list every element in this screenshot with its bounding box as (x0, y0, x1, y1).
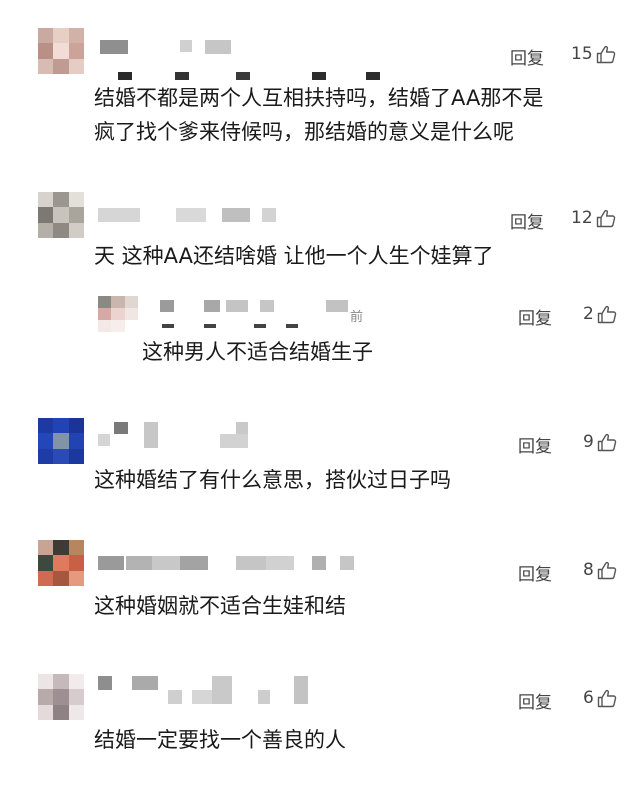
like-count: 12 (571, 208, 593, 228)
comment-item: 回复 12 天 这种AA还结啥婚 让他一个人生个娃算了 (0, 180, 640, 290)
avatar[interactable] (38, 192, 84, 238)
avatar[interactable] (38, 540, 84, 586)
reply-button[interactable]: 回复 (518, 304, 552, 329)
avatar[interactable] (38, 28, 84, 74)
thumbs-up-icon (597, 433, 617, 451)
like-button[interactable]: 9 (583, 432, 617, 452)
reply-button[interactable]: 回复 (510, 208, 544, 233)
like-count: 9 (583, 432, 594, 452)
like-count: 2 (583, 304, 594, 324)
like-button[interactable]: 6 (583, 688, 617, 708)
comment-item: 回复 6 结婚一定要找一个善良的人 (0, 656, 640, 798)
thumbs-up-icon (597, 561, 617, 579)
comment-item: 回复 15 结婚不都是两个人互相扶持吗，结婚了AA那不是 疯了找个爹来侍候吗，那… (0, 0, 640, 180)
comment-item: 回复 9 这种婚结了有什么意思，搭伙过日子吗 (0, 400, 640, 526)
reply-item: 前 回复 2 这种男人不适合结婚生子 (0, 290, 640, 400)
comment-text-line: 这种婚结了有什么意思，搭伙过日子吗 (94, 468, 451, 492)
like-count: 6 (583, 688, 594, 708)
thumbs-up-icon (597, 305, 617, 323)
like-button[interactable]: 15 (571, 44, 616, 64)
comment-text-line: 这种婚姻就不适合生娃和结 (94, 594, 346, 618)
avatar[interactable] (38, 674, 84, 720)
comment-text-line: 疯了找个爹来侍候吗，那结婚的意义是什么呢 (94, 120, 514, 144)
comment-item: 回复 8 这种婚姻就不适合生娃和结 (0, 526, 640, 656)
thumbs-up-icon (597, 689, 617, 707)
like-button[interactable]: 8 (583, 560, 617, 580)
reply-button[interactable]: 回复 (518, 688, 552, 713)
comment-text-line: 结婚不都是两个人互相扶持吗，结婚了AA那不是 (94, 86, 544, 110)
reply-button[interactable]: 回复 (510, 44, 544, 69)
avatar[interactable] (98, 296, 138, 332)
like-count: 8 (583, 560, 594, 580)
reply-button[interactable]: 回复 (518, 560, 552, 585)
like-button[interactable]: 12 (571, 208, 616, 228)
like-button[interactable]: 2 (583, 304, 617, 324)
comment-text-line: 天 这种AA还结啥婚 让他一个人生个娃算了 (94, 244, 494, 268)
comment-text-line: 结婚一定要找一个善良的人 (94, 728, 346, 752)
reply-button[interactable]: 回复 (518, 432, 552, 457)
thumbs-up-icon (596, 45, 615, 63)
avatar[interactable] (38, 418, 84, 464)
reply-time-suffix: 前 (350, 310, 364, 325)
like-count: 15 (571, 44, 593, 64)
thumbs-up-icon (596, 209, 615, 227)
reply-text-line: 这种男人不适合结婚生子 (142, 340, 373, 364)
